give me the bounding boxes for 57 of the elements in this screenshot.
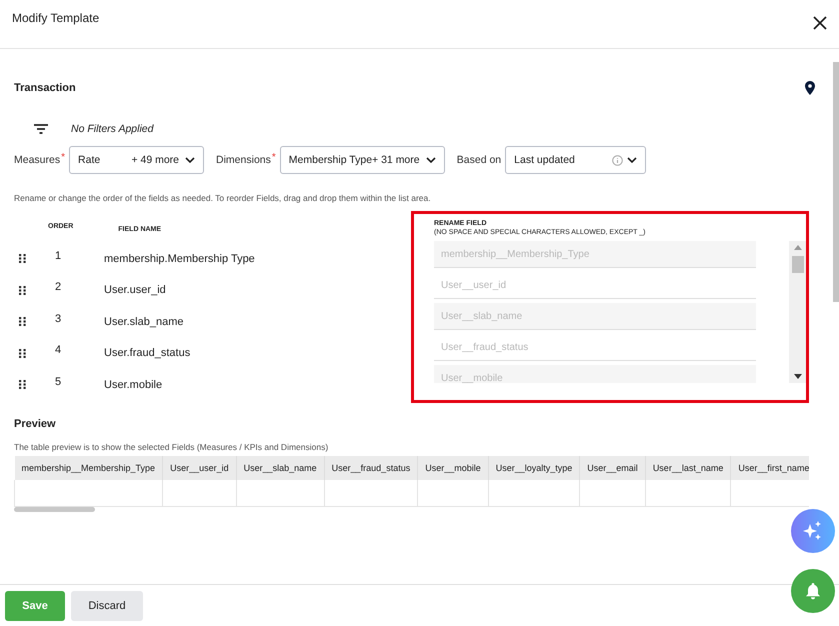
selector-label: Based on <box>456 154 502 166</box>
table-header-cell: User__user_id <box>162 456 236 480</box>
field-name: User.slab_name <box>104 316 184 328</box>
chevron-down-icon <box>426 157 436 163</box>
bell-icon <box>805 582 821 600</box>
dropdown[interactable]: Membership Type+ 31 more <box>280 146 445 174</box>
order-number: 4 <box>55 344 62 356</box>
drag-handle-icon[interactable] <box>19 317 26 326</box>
field-name: membership.Membership Type <box>104 252 255 265</box>
table-header-cell: membership__Membership_Type <box>14 456 163 480</box>
field-name: User.user_id <box>104 284 166 296</box>
info-icon <box>612 154 624 166</box>
horizontal-scrollbar[interactable] <box>14 507 95 512</box>
selector-label: Measures <box>14 154 60 166</box>
table-header-cell: User__fraud_status <box>324 456 418 480</box>
order-number: 5 <box>55 376 62 388</box>
order-number: 2 <box>55 281 62 294</box>
order-number: 1 <box>55 250 62 262</box>
drag-handle-icon[interactable] <box>19 348 26 358</box>
filter-status: No Filters Applied <box>71 123 154 135</box>
page-scrollbar[interactable] <box>833 62 839 302</box>
table-header-cell: User__last_name <box>645 456 731 480</box>
filter-icon[interactable] <box>34 124 48 134</box>
drag-handle-icon[interactable] <box>19 254 26 264</box>
notification-button[interactable] <box>791 569 835 613</box>
rename-input-field[interactable]: User__mobile <box>434 365 756 383</box>
discard-button[interactable]: Discard <box>71 591 143 621</box>
drag-handle-icon[interactable] <box>19 286 26 295</box>
scrollbar[interactable] <box>789 241 806 383</box>
table-header-cell: User__loyalty_type <box>488 456 580 480</box>
field-name: User.mobile <box>104 378 162 391</box>
order-number: 3 <box>55 312 62 325</box>
dropdown[interactable]: Last updated <box>505 146 646 174</box>
field-name: User.fraud_status <box>104 347 190 360</box>
rename-input-field[interactable]: membership__Membership_Type <box>434 241 756 268</box>
rename-input-field[interactable]: User__slab_name <box>434 303 756 330</box>
dropdown[interactable]: Rate + 49 more <box>69 146 204 174</box>
required-mark: * <box>272 152 276 163</box>
scroll-thumb[interactable] <box>792 256 804 273</box>
section-title: Transaction <box>14 82 76 94</box>
table-header-cell: User__first_name <box>730 456 809 480</box>
location-pin-icon[interactable] <box>805 81 815 95</box>
window-title: Modify Template <box>12 11 100 25</box>
table-header-cell: User__slab_name <box>236 456 324 480</box>
preview-description: The table preview is to show the selected Fields (Measures / KPIs and Dimensions) <box>14 442 330 452</box>
section-title: Preview <box>14 418 57 430</box>
selector-label: Dimensions <box>216 154 271 166</box>
drag-handle-icon[interactable] <box>19 380 26 390</box>
chevron-down-icon <box>185 157 196 163</box>
scroll-down-arrow-icon[interactable] <box>794 374 802 379</box>
close-button[interactable] <box>813 16 827 30</box>
table-header-cell: User__email <box>580 456 646 480</box>
instructions-text: Rename or change the order of the fields as needed. To reorder Fields, drag and drop them within the list area. <box>14 193 432 203</box>
table-header-cell: User__mobile <box>418 456 488 480</box>
chevron-down-icon <box>627 157 638 163</box>
required-mark: * <box>61 152 66 163</box>
sparkle-button[interactable] <box>791 509 835 553</box>
